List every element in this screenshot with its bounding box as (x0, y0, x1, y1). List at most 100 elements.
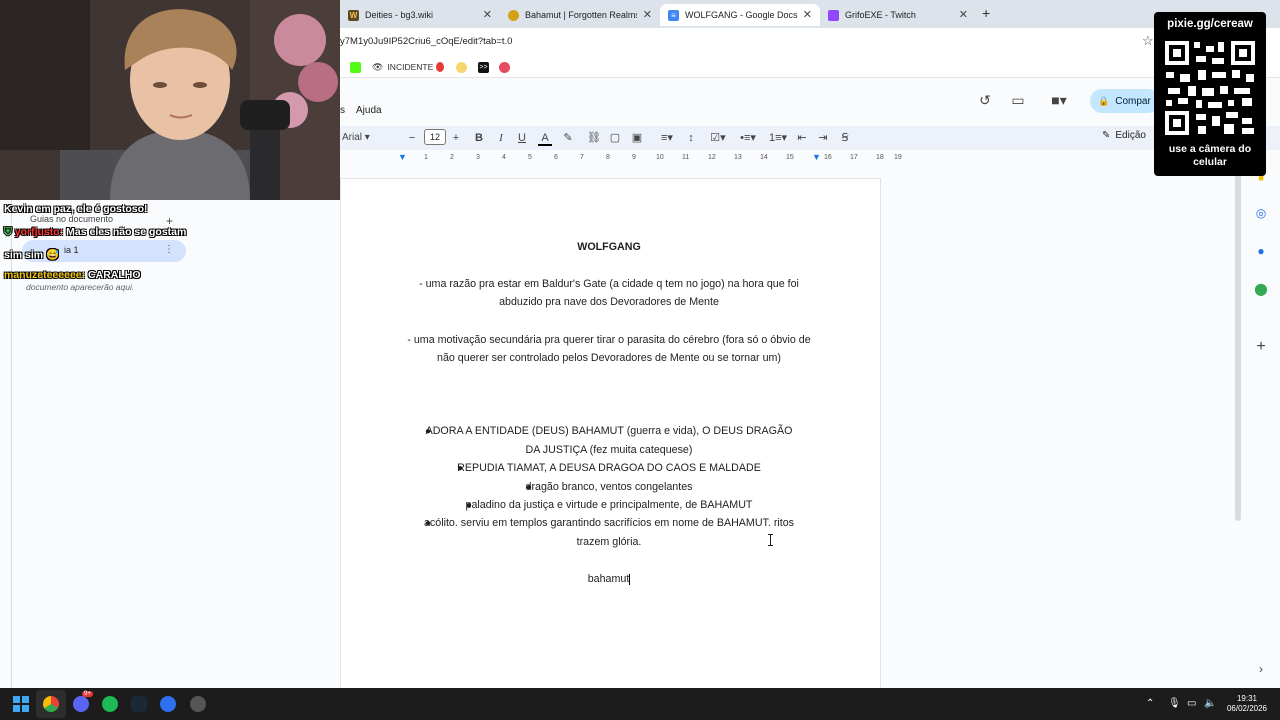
editing-mode-button[interactable]: ✎ Edição (1102, 130, 1146, 141)
bullet-line: dragão branco, ventos congelantes (525, 481, 693, 493)
bookmark-fire[interactable] (436, 60, 444, 74)
maps-icon[interactable]: ⬤ (1254, 282, 1268, 296)
indent-marker-icon[interactable]: ▼ (398, 152, 407, 162)
add-comment-icon[interactable]: ▢ (608, 130, 622, 146)
pencil-icon: ✎ (1102, 130, 1111, 141)
tray-chevron-up-icon[interactable]: ⌃ (1146, 698, 1154, 709)
decrease-font-icon[interactable]: − (406, 130, 418, 146)
tab-title: WOLFGANG - Google Docs (685, 10, 798, 20)
bookmark-incidente[interactable]: 👁 INCIDENTE (372, 60, 433, 74)
share-label: Compar (1115, 95, 1151, 107)
bookmark-terminal[interactable]: >> (478, 60, 489, 74)
fandom-favicon-icon (508, 9, 519, 21)
link-icon[interactable]: ⛓ (586, 130, 602, 146)
numbered-list-icon[interactable]: 1≡▾ (766, 130, 790, 146)
windows-start-icon[interactable] (13, 696, 29, 712)
doc-paragraph-line: - uma razão pra estar em Baldur's Gate (… (419, 278, 799, 290)
fire-icon (436, 62, 444, 72)
bold-icon[interactable]: B (473, 130, 485, 146)
contacts-icon[interactable]: ● (1254, 244, 1268, 258)
bookmark-k[interactable] (350, 60, 361, 74)
ruler-mark: 15 (786, 154, 794, 161)
chat-username: manuzeteeeeee: (4, 269, 86, 281)
volume-icon[interactable]: 🔈 (1204, 698, 1216, 709)
new-tab-button[interactable]: + (982, 5, 990, 21)
share-button[interactable]: 🔒 Compar (1090, 89, 1160, 113)
version-history-icon[interactable]: ↺ (977, 92, 993, 108)
close-icon[interactable]: ✕ (643, 8, 652, 21)
steam-icon[interactable] (131, 696, 147, 712)
qr-url: pixie.gg/cereaw (1167, 18, 1253, 30)
chat-message: Kevin em paz, ele é gostoso! (4, 203, 148, 215)
insert-image-icon[interactable]: ▣ (630, 130, 644, 146)
close-icon[interactable]: ✕ (959, 8, 968, 21)
doc-paragraph-line: - uma motivação secundária pra querer ti… (407, 334, 811, 346)
close-icon[interactable]: ✕ (483, 8, 492, 21)
eye-icon: 👁 (372, 61, 384, 72)
ruler-mark: 2 (450, 154, 454, 161)
ruler-mark: 16 (824, 154, 832, 161)
font-size-input[interactable]: 12 (424, 129, 446, 145)
taskbar: 9+ ⌃ 🎙 ▭ 🔈 19:31 06/02/2026 (0, 688, 1280, 720)
bookmark-red[interactable] (499, 60, 510, 74)
add-addon-icon[interactable]: + (1254, 339, 1268, 355)
italic-icon[interactable]: I (495, 130, 507, 146)
tab-twitch[interactable]: GrifoEXE - Twitch ✕ (820, 4, 976, 26)
webcam-feed-image (0, 0, 340, 200)
clear-formatting-icon[interactable]: Ꞩ (838, 130, 852, 146)
tasks-icon[interactable]: ◎ (1254, 206, 1268, 220)
line-spacing-icon[interactable]: ↕ (684, 130, 698, 146)
document-scrollbar[interactable] (1235, 166, 1241, 521)
decrease-indent-icon[interactable]: ⇤ (795, 130, 809, 146)
qr-overlay: pixie.gg/cereaw use a câmera do celular (1154, 12, 1266, 176)
menu-item-tools[interactable]: s (340, 105, 345, 116)
chat-username: yorfjusto: (14, 226, 64, 238)
chevron-right-icon[interactable]: › (1254, 662, 1268, 676)
bulleted-list-icon[interactable]: •≡▾ (736, 130, 760, 146)
editing-mode-label: Edição (1115, 130, 1146, 141)
highlight-icon[interactable]: ✎ (561, 130, 575, 146)
comments-icon[interactable]: ▭ (1010, 92, 1026, 108)
ruler-mark: 17 (850, 154, 858, 161)
bookmark-label: INCIDENTE (387, 62, 434, 72)
font-family-select[interactable]: Arial ▾ (342, 130, 392, 146)
menu-item-help[interactable]: Ajuda (356, 105, 382, 116)
more-options-icon[interactable]: ⋮ (164, 244, 174, 255)
tab-bahamut[interactable]: Bahamut | Forgotten Realms W ✕ (500, 4, 660, 26)
discord-icon[interactable]: 9+ (73, 691, 93, 712)
bookmark-star-icon[interactable]: ☆ (1142, 33, 1154, 49)
system-clock[interactable]: 19:31 06/02/2026 (1222, 694, 1272, 714)
increase-font-icon[interactable]: + (450, 130, 462, 146)
underline-icon[interactable]: U (516, 130, 528, 146)
google-docs-favicon-icon: ≡ (668, 9, 679, 21)
doc-last-line-text: bahamut (587, 573, 630, 585)
bullet-line: paladino da justiça e virtude e principa… (465, 499, 753, 511)
notification-badge: 9+ (82, 691, 93, 697)
text-color-icon[interactable]: A (538, 130, 552, 146)
url-text[interactable]: y7M1y0Ju9IP52Criu6_cOqE/edit?tab=t.0 (340, 36, 512, 47)
spotify-icon[interactable] (102, 696, 118, 712)
app-c-icon[interactable] (160, 696, 176, 712)
chrome-icon[interactable] (43, 696, 59, 712)
right-indent-marker-icon[interactable]: ▼ (812, 152, 821, 162)
obs-icon[interactable] (190, 696, 206, 712)
side-panel (1244, 150, 1280, 690)
chat-text: CARALHO (88, 269, 141, 281)
doc-paragraph-line: abduzido pra nave dos Devoradores de Men… (499, 296, 719, 308)
ruler-mark: 9 (632, 154, 636, 161)
bookmark-yellow[interactable] (456, 60, 467, 74)
meet-icon[interactable]: ■▾ (1046, 92, 1072, 108)
text-cursor (629, 573, 631, 585)
bullet-line: trazem glória. (576, 536, 642, 548)
ruler-mark: 3 (476, 154, 480, 161)
align-icon[interactable]: ≡▾ (656, 130, 678, 146)
ruler-mark: 18 (876, 154, 884, 161)
tab-wolfgang-docs[interactable]: ≡ WOLFGANG - Google Docs ✕ (660, 4, 820, 26)
microphone-icon[interactable]: 🎙 (1168, 698, 1181, 709)
bullet-line: acólito. serviu em templos garantindo sa… (423, 517, 795, 529)
close-icon[interactable]: ✕ (803, 8, 812, 21)
display-icon[interactable]: ▭ (1187, 698, 1196, 709)
checklist-icon[interactable]: ☑▾ (706, 130, 730, 146)
increase-indent-icon[interactable]: ⇥ (816, 130, 830, 146)
tab-deities[interactable]: W Deities - bg3.wiki ✕ (340, 4, 500, 26)
